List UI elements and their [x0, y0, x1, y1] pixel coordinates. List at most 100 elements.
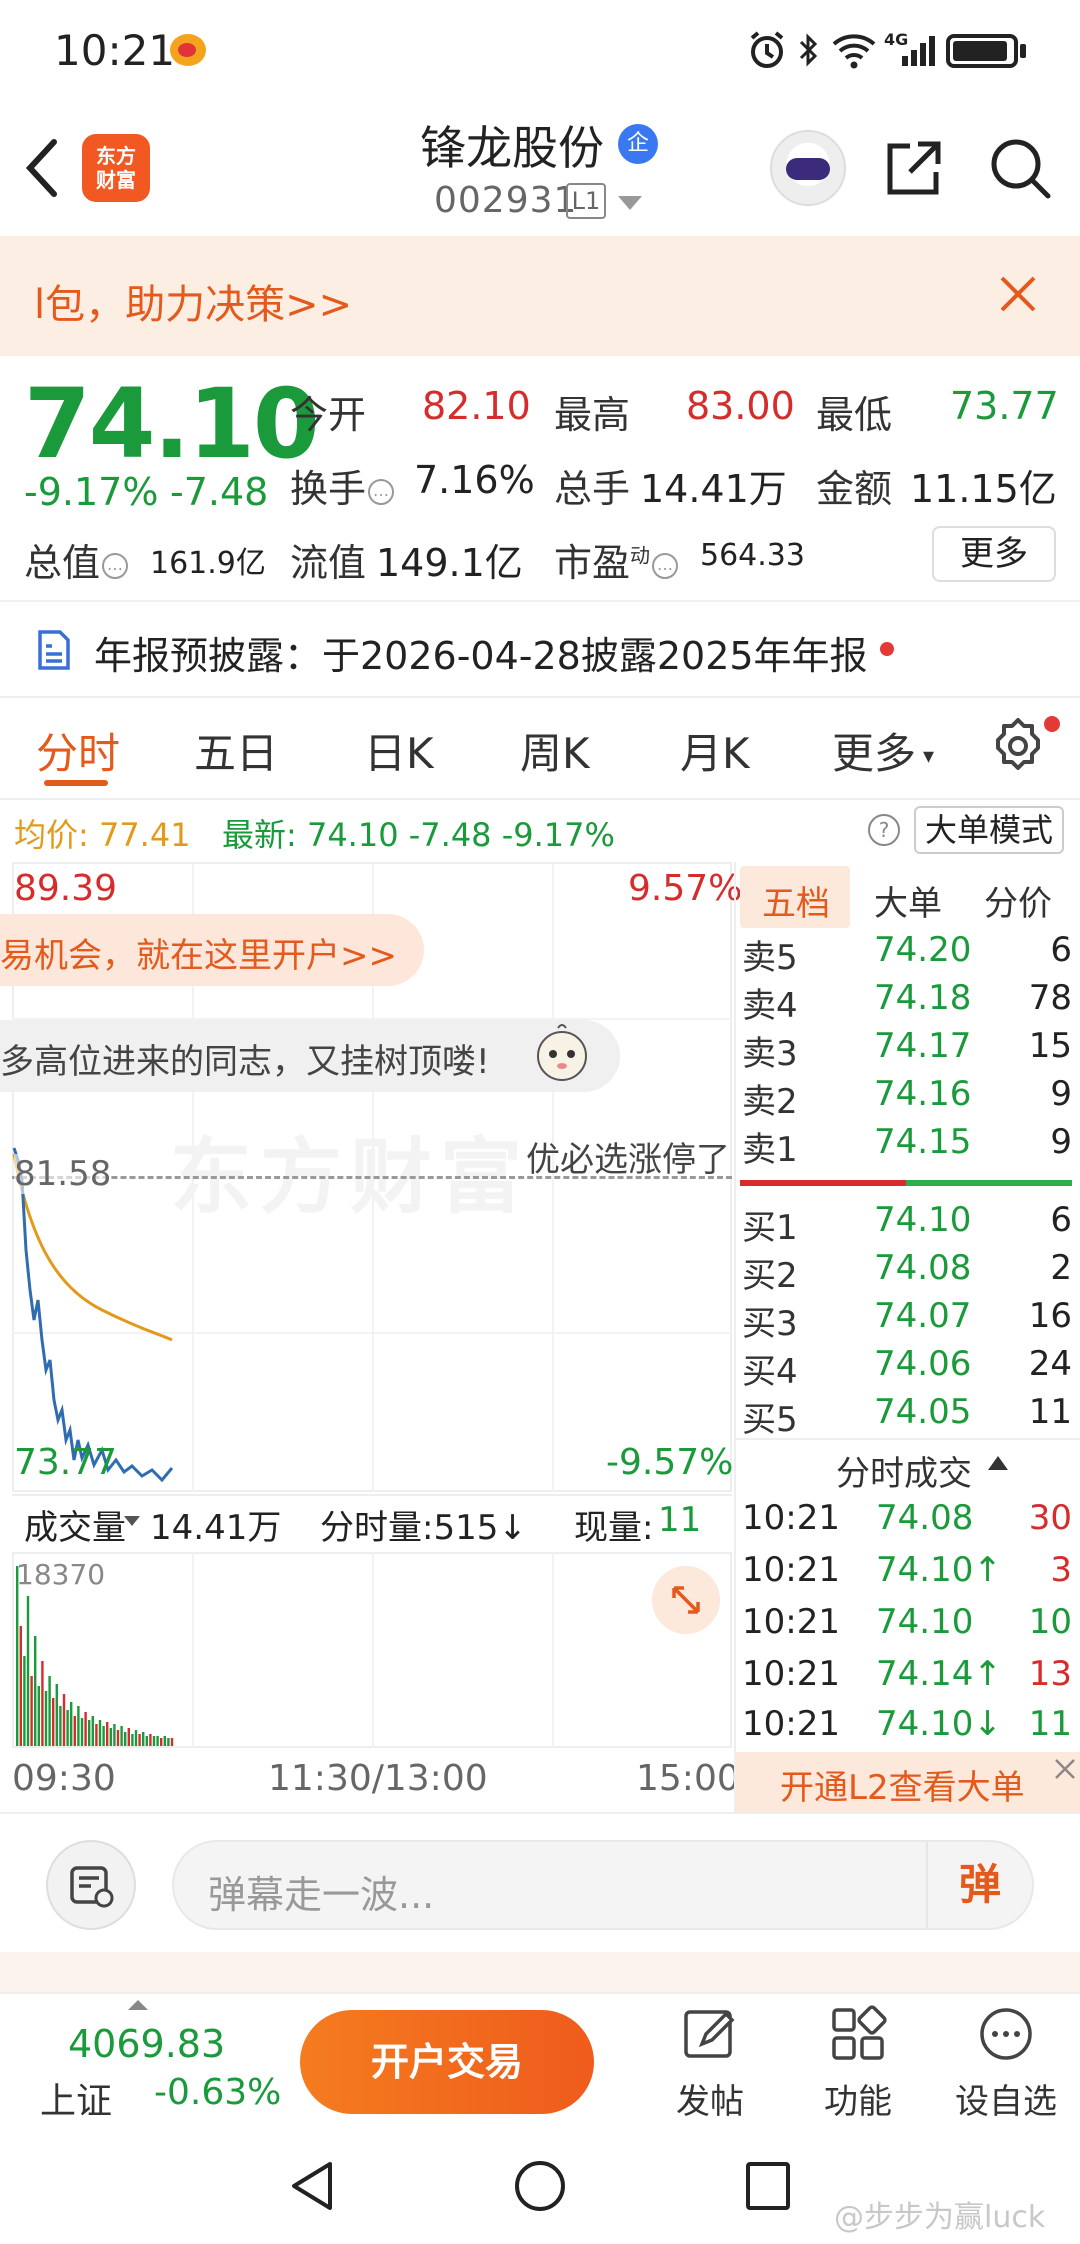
- emoji-face-icon: [537, 1024, 587, 1081]
- volume-bar: [44, 1691, 48, 1746]
- tab-five-day[interactable]: 五日: [194, 720, 278, 781]
- danmu-settings-icon[interactable]: [46, 1840, 136, 1930]
- volume-bar: [62, 1694, 66, 1746]
- volume-bar: [80, 1718, 84, 1746]
- close-icon[interactable]: [996, 272, 1040, 316]
- amount-label: 金额: [816, 467, 893, 511]
- tab-daily-k[interactable]: 日K: [364, 720, 434, 781]
- back-arrow-icon[interactable]: [22, 138, 62, 198]
- open-label: 今开: [290, 393, 367, 437]
- annual-report-notice[interactable]: 年报预披露：于2026-04-28披露2025年年报: [94, 625, 868, 680]
- danmu-text-2: 优必选涨停了: [526, 1140, 730, 1180]
- add-watchlist-button[interactable]: 设自选: [946, 2004, 1066, 2123]
- open-account-trade-button[interactable]: 开户交易: [300, 2010, 594, 2114]
- volume-bar: [124, 1732, 127, 1746]
- index-change[interactable]: -0.63%: [154, 2072, 281, 2113]
- tab-price-split[interactable]: 分价: [984, 876, 1052, 925]
- volume-bar: [116, 1730, 120, 1746]
- weibo-watermark: @步步为赢luck: [834, 2200, 1046, 2235]
- grid-line: [552, 1552, 554, 1748]
- functions-button[interactable]: 功能: [798, 2004, 918, 2123]
- tab-more[interactable]: 更多 ▾: [832, 720, 934, 781]
- active-tab-indicator: [44, 780, 108, 786]
- ai-assistant-robot-icon[interactable]: [770, 130, 846, 206]
- tick-row: 10:21 74.14↑ 13: [742, 1654, 1072, 1694]
- divider: [736, 1438, 1080, 1440]
- current-volume-value: 11: [658, 1500, 702, 1540]
- divider: [12, 1494, 732, 1496]
- bid-row[interactable]: 买5 74.05 11: [742, 1392, 1072, 1440]
- tab-big-order[interactable]: 大单: [874, 876, 942, 925]
- expand-icon[interactable]: [652, 1566, 720, 1634]
- volume-bar: [16, 1566, 19, 1746]
- volume-bar: [127, 1728, 130, 1746]
- bid-row[interactable]: 买3 74.07 16: [742, 1296, 1072, 1344]
- index-name[interactable]: 上证: [40, 2072, 112, 2124]
- stock-code[interactable]: 002931: [434, 180, 577, 221]
- absolute-change: -7.48: [170, 470, 269, 514]
- pe-label[interactable]: 市盈动…: [554, 532, 679, 587]
- volume-bar: [163, 1736, 166, 1746]
- pe-value: 564.33: [700, 538, 805, 573]
- mktcap-label[interactable]: 总值…: [24, 532, 129, 587]
- bluetooth-icon: [799, 33, 818, 67]
- share-icon[interactable]: [884, 138, 944, 198]
- volume-value: 14.41万: [640, 467, 787, 511]
- price-line: [12, 1147, 174, 1483]
- report-icon: [38, 630, 70, 670]
- caret-down-icon[interactable]: [124, 1516, 140, 1526]
- edit-icon: [684, 2010, 735, 2058]
- tick-row: 10:21 74.08 30: [742, 1498, 1072, 1538]
- volume-bar: [73, 1716, 76, 1746]
- bid-row[interactable]: 买1 74.10 6: [742, 1200, 1072, 1248]
- help-icon[interactable]: ?: [868, 814, 900, 846]
- index-value[interactable]: 4069.83: [68, 2022, 225, 2066]
- chevron-down-icon[interactable]: [618, 196, 642, 210]
- caret-up-icon[interactable]: [988, 1456, 1008, 1470]
- bid-row[interactable]: 买2 74.08 2: [742, 1248, 1072, 1296]
- tab-five-level[interactable]: 五档: [762, 876, 830, 925]
- tick-trades-header[interactable]: 分时成交: [836, 1446, 972, 1495]
- danmu-input-placeholder[interactable]: 弹幕走一波...: [208, 1864, 434, 1919]
- promo-banner-text[interactable]: l包，助力决策>>: [34, 272, 352, 330]
- info-icon[interactable]: …: [368, 478, 395, 505]
- nav-home-icon[interactable]: [512, 2158, 568, 2214]
- ask-row[interactable]: 卖5 74.20 6: [742, 930, 1072, 978]
- nav-recent-apps-icon[interactable]: [744, 2160, 792, 2212]
- ask-row[interactable]: 卖1 74.15 9: [742, 1122, 1072, 1170]
- indicator-select[interactable]: 成交量: [24, 1500, 126, 1549]
- tab-weekly-k[interactable]: 周K: [520, 720, 590, 781]
- volume-bar: [26, 1596, 30, 1746]
- tab-intraday[interactable]: 分时: [36, 720, 120, 781]
- nav-back-icon[interactable]: [286, 2158, 338, 2214]
- ask-row[interactable]: 卖4 74.18 78: [742, 978, 1072, 1026]
- volume-bar: [149, 1734, 152, 1746]
- l2-upgrade-text[interactable]: 开通L2查看大单: [780, 1760, 1025, 1809]
- high-label: 最高: [554, 393, 631, 437]
- volume-bar: [70, 1702, 73, 1746]
- tab-monthly-k[interactable]: 月K: [680, 720, 750, 781]
- grid-line: [372, 1552, 374, 1748]
- caret-up-icon[interactable]: [128, 2000, 148, 2010]
- status-time: 10:21: [54, 26, 176, 75]
- big-order-mode-button[interactable]: 大单模式: [914, 806, 1064, 854]
- ask-row[interactable]: 卖3 74.17 15: [742, 1026, 1072, 1074]
- more-dots-icon: [980, 2008, 1032, 2060]
- gear-icon[interactable]: [990, 716, 1046, 772]
- open-account-promo-text[interactable]: 易机会，就在这里开户>>: [0, 928, 397, 977]
- level-badge[interactable]: L1: [566, 183, 606, 219]
- search-icon[interactable]: [988, 136, 1052, 200]
- minute-volume: 分时量:515↓: [320, 1508, 527, 1548]
- post-button[interactable]: 发帖: [650, 2004, 770, 2123]
- close-icon[interactable]: [1052, 1756, 1078, 1782]
- info-icon[interactable]: …: [102, 552, 129, 579]
- ask-row[interactable]: 卖2 74.16 9: [742, 1074, 1072, 1122]
- tick-row: 10:21 74.10↑ 3: [742, 1550, 1072, 1590]
- bid-row[interactable]: 买4 74.06 24: [742, 1344, 1072, 1392]
- more-button[interactable]: 更多: [932, 526, 1056, 582]
- send-danmu-button[interactable]: 弹: [926, 1842, 1032, 1928]
- volume-bar: [120, 1726, 123, 1746]
- info-icon[interactable]: …: [652, 552, 679, 579]
- volume-bar: [102, 1726, 105, 1746]
- turnover-label[interactable]: 换手…: [290, 458, 395, 513]
